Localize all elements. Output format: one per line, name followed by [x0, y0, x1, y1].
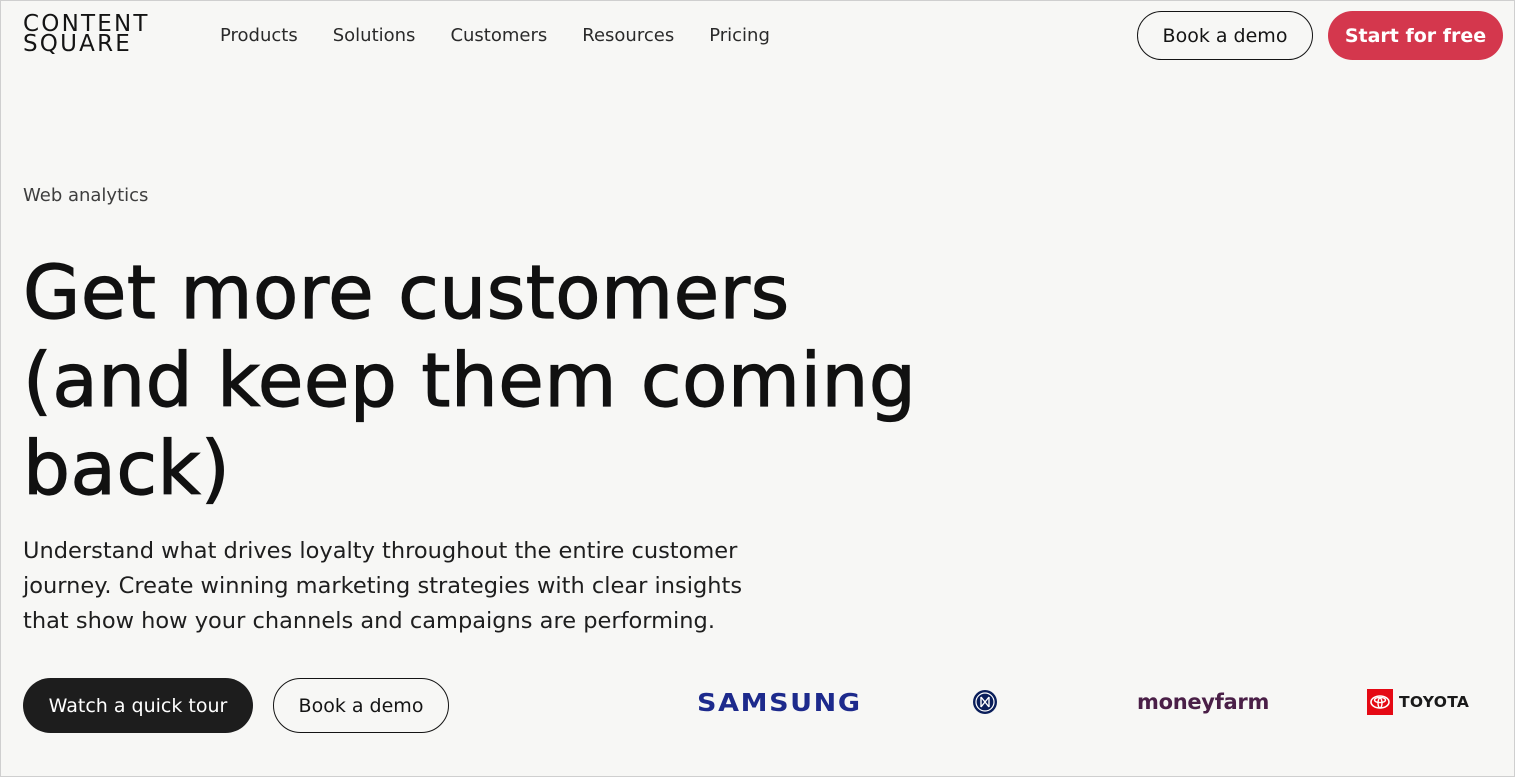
headline-line-1: Get more customers [22, 249, 790, 336]
watch-tour-button[interactable]: Watch a quick tour [23, 678, 253, 733]
nav-pricing[interactable]: Pricing [709, 25, 770, 47]
nav-customers[interactable]: Customers [450, 25, 547, 47]
site-header: CONTENT SQUARE Products Solutions Custom… [1, 1, 1514, 71]
toyota-emblem-icon [1367, 689, 1393, 715]
toyota-wordmark: TOYOTA [1399, 693, 1470, 711]
header-book-demo-button[interactable]: Book a demo [1137, 11, 1313, 60]
contentsquare-logo[interactable]: CONTENT SQUARE [23, 13, 150, 57]
nav-resources[interactable]: Resources [582, 25, 674, 47]
header-start-free-button[interactable]: Start for free [1328, 11, 1503, 60]
hero-book-demo-button[interactable]: Book a demo [273, 678, 449, 733]
logo-line-2: SQUARE [23, 31, 132, 57]
toyota-logo: TOYOTA [1367, 677, 1469, 727]
customer-logo-strip: SAMSUNG moneyfarm TOYOTA [641, 677, 1511, 727]
hero-headline: Get more customers (and keep them coming… [22, 249, 923, 513]
hero-description: Understand what drives loyalty throughou… [23, 538, 743, 634]
headline-line-3: back) [22, 425, 231, 512]
headline-line-2: (and keep them coming [22, 337, 917, 424]
nav-solutions[interactable]: Solutions [333, 25, 416, 47]
moneyfarm-logo: moneyfarm [1137, 690, 1270, 714]
inter-logo-icon [972, 677, 998, 727]
hero-eyebrow: Web analytics [23, 185, 149, 206]
samsung-logo: SAMSUNG [697, 687, 862, 717]
nav-products[interactable]: Products [220, 25, 298, 47]
main-nav: Products Solutions Customers Resources P… [220, 25, 770, 47]
